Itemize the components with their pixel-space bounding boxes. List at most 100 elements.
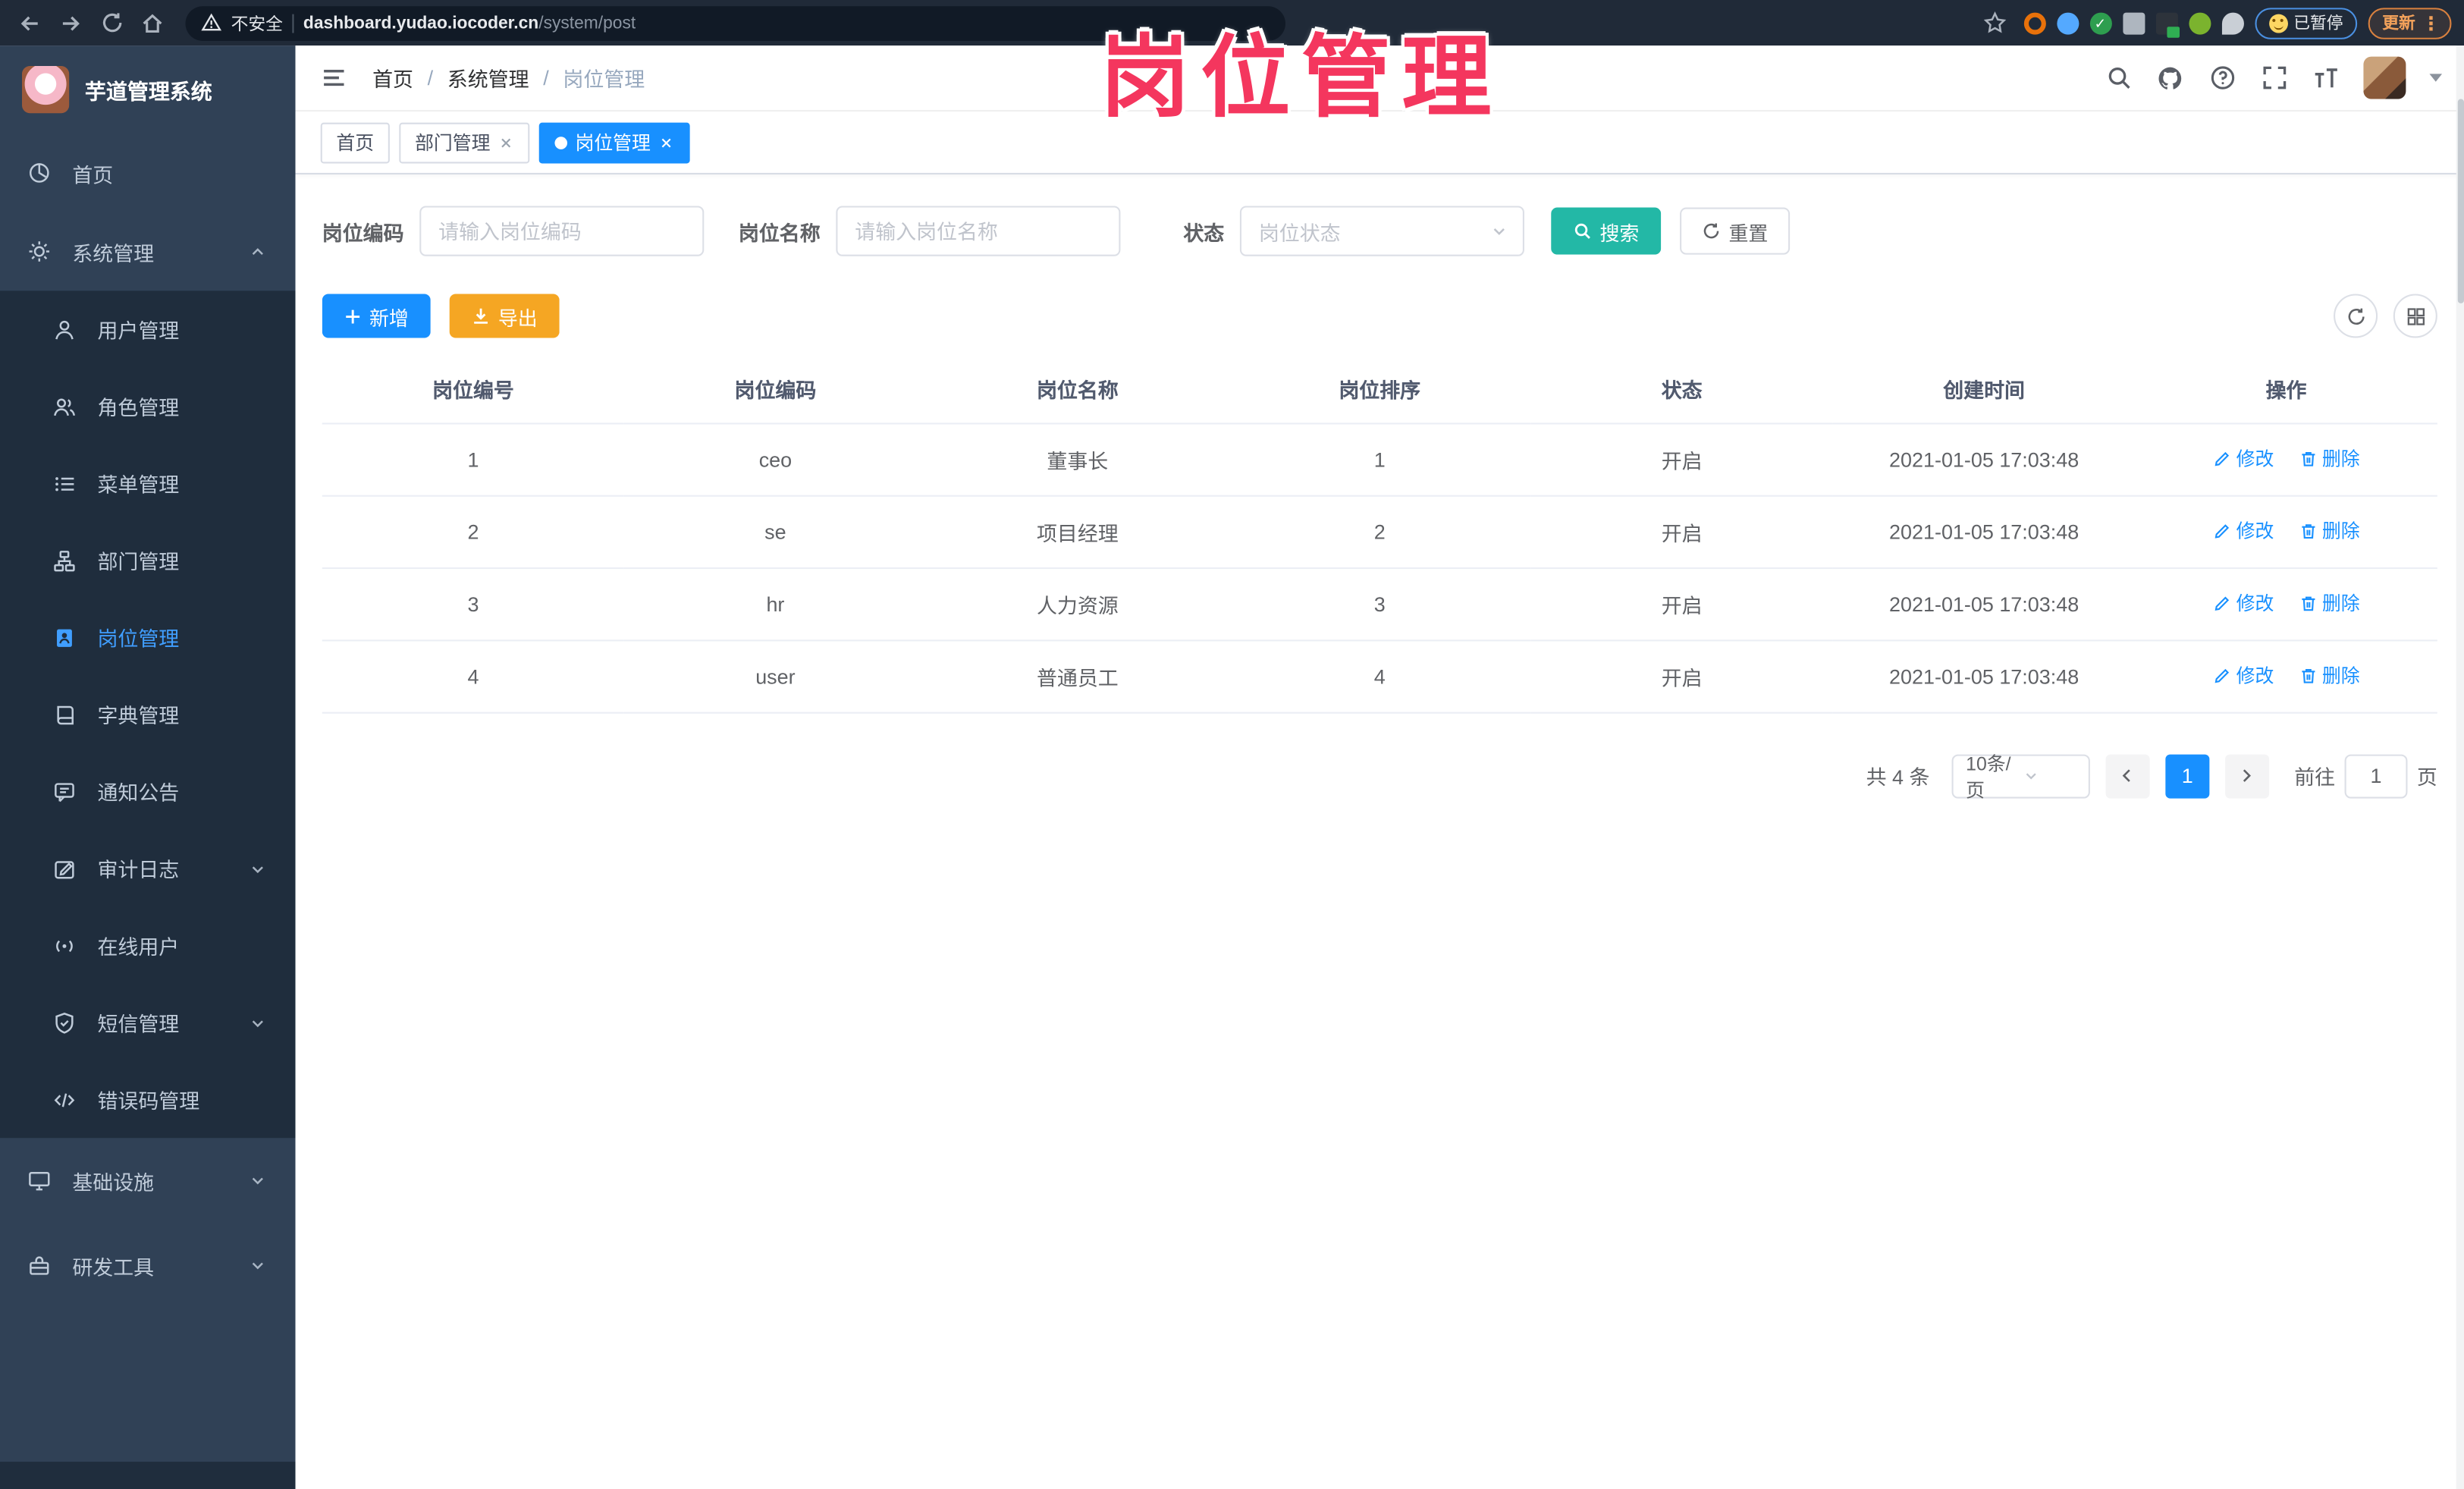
page-size-select[interactable]: 10条/页 [1951, 752, 2090, 801]
update-button[interactable]: 更新 ⋮ [2368, 7, 2452, 39]
home-icon[interactable] [135, 5, 170, 40]
status-select[interactable]: 岗位状态 [1239, 206, 1525, 256]
navbar-tools [2105, 56, 2443, 99]
edit-link[interactable]: 修改 [2213, 517, 2274, 544]
sidebar-item-home[interactable]: 首页 [0, 134, 296, 212]
sidebar-item-dict-mgmt[interactable]: 字典管理 [0, 676, 296, 753]
sidebar-item-user-mgmt[interactable]: 用户管理 [0, 291, 296, 368]
scrollbar-thumb[interactable] [2456, 99, 2464, 303]
bookmark-star-icon[interactable] [1978, 5, 2013, 40]
user-icon [53, 319, 75, 341]
goto-prefix-label: 前往 [2294, 765, 2336, 790]
sidebar-item-label: 菜单管理 [97, 473, 180, 497]
edit-link[interactable]: 修改 [2213, 662, 2274, 689]
sidebar-item-errcode-mgmt[interactable]: 错误码管理 [0, 1061, 296, 1139]
delete-link[interactable]: 删除 [2299, 517, 2360, 544]
cell-status: 开启 [1530, 423, 1833, 496]
toolbox-icon [28, 1255, 50, 1277]
breadcrumb-separator: / [427, 66, 434, 90]
extension-icon[interactable] [2023, 11, 2045, 34]
post-code-input[interactable] [419, 206, 705, 256]
total-count: 共 4 条 [1866, 765, 1930, 790]
paused-badge[interactable]: 已暂停 [2254, 7, 2358, 39]
tab-label: 部门管理 [415, 132, 491, 155]
sidebar-item-system-mgmt[interactable]: 系统管理 [0, 212, 296, 291]
refresh-icon[interactable] [2334, 294, 2378, 338]
extension-icon[interactable] [2155, 11, 2179, 37]
sidebar-item-label: 角色管理 [97, 396, 180, 420]
sidebar-item-label: 审计日志 [97, 858, 180, 882]
tab-post-mgmt[interactable]: 岗位管理 [538, 121, 690, 163]
search-button[interactable]: 搜索 [1551, 207, 1662, 255]
delete-link[interactable]: 删除 [2299, 445, 2360, 472]
sidebar-item-role-mgmt[interactable]: 角色管理 [0, 368, 296, 445]
tab-home[interactable]: 首页 [320, 121, 390, 163]
font-size-icon[interactable] [2312, 64, 2340, 92]
paused-label: 已暂停 [2293, 14, 2343, 33]
goto-page-input[interactable] [2344, 753, 2408, 798]
back-icon[interactable] [13, 5, 48, 40]
goto-page: 前往 页 [2294, 753, 2437, 798]
reload-icon[interactable] [94, 5, 129, 40]
edit-link[interactable]: 修改 [2213, 590, 2274, 617]
post-code-label: 岗位编码 [322, 221, 404, 245]
extension-icon[interactable] [2221, 11, 2243, 34]
delete-link[interactable]: 删除 [2299, 662, 2360, 689]
col-post-code: 岗位编码 [624, 357, 927, 424]
sidebar-item-post-mgmt[interactable]: 岗位管理 [0, 598, 296, 676]
search-icon[interactable] [2105, 64, 2133, 92]
tab-dept-mgmt[interactable]: 部门管理 [399, 121, 530, 163]
sidebar-item-infrastructure[interactable]: 基础设施 [0, 1138, 296, 1223]
column-settings-icon[interactable] [2393, 294, 2437, 338]
trash-icon [2299, 449, 2318, 468]
edit-link[interactable]: 修改 [2213, 445, 2274, 472]
scrollbar-track[interactable] [2456, 46, 2464, 1489]
prev-page-button[interactable] [2105, 753, 2150, 798]
reset-button[interactable]: 重置 [1680, 207, 1791, 255]
extension-icon[interactable] [2188, 11, 2211, 34]
menu-list-icon [53, 473, 75, 495]
cell-code: ceo [624, 423, 927, 496]
extension-icon[interactable]: ✓ [2089, 11, 2111, 34]
sidebar-item-notice[interactable]: 通知公告 [0, 753, 296, 831]
cell-actions: 修改 删除 [2135, 495, 2437, 569]
sidebar-item-online-users[interactable]: 在线用户 [0, 907, 296, 985]
sidebar-item-label: 基础设施 [72, 1170, 155, 1194]
export-button[interactable]: 导出 [449, 294, 560, 338]
fullscreen-icon[interactable] [2260, 64, 2288, 92]
breadcrumb-home[interactable]: 首页 [372, 63, 413, 93]
delete-link[interactable]: 删除 [2299, 590, 2360, 617]
github-icon[interactable] [2156, 64, 2184, 92]
sidebar-item-dept-mgmt[interactable]: 部门管理 [0, 522, 296, 599]
hamburger-icon[interactable] [321, 64, 347, 91]
page-size-value: 10条/页 [1966, 752, 2011, 801]
edit-label: 修改 [2236, 448, 2274, 471]
help-icon[interactable] [2208, 64, 2236, 92]
cell-name: 项目经理 [926, 495, 1229, 569]
table-row: 2 se 项目经理 2 开启 2021-01-05 17:03:48 修改 删除 [322, 495, 2437, 569]
pencil-icon [2213, 449, 2232, 468]
sidebar-item-menu-mgmt[interactable]: 菜单管理 [0, 445, 296, 522]
table-row: 1 ceo 董事长 1 开启 2021-01-05 17:03:48 修改 删除 [322, 423, 2437, 496]
browser-menu-icon[interactable]: ⋮ [2422, 12, 2440, 34]
caret-down-icon[interactable] [2429, 74, 2443, 82]
next-page-button[interactable] [2225, 753, 2270, 798]
add-button[interactable]: 新增 [322, 294, 431, 338]
goto-suffix-label: 页 [2416, 765, 2437, 790]
sidebar-item-sms-mgmt[interactable]: 短信管理 [0, 984, 296, 1061]
avatar[interactable] [2363, 56, 2406, 99]
forward-icon[interactable] [53, 5, 88, 40]
sidebar-item-label: 用户管理 [97, 319, 180, 343]
browser-extensions-area: ✓ 已暂停 更新 ⋮ [1978, 5, 2452, 40]
page-number-1[interactable]: 1 [2165, 753, 2210, 798]
sidebar-item-dev-tools[interactable]: 研发工具 [0, 1223, 296, 1308]
app-logo-row[interactable]: 芋道管理系统 [0, 46, 296, 134]
post-name-input[interactable] [836, 206, 1121, 256]
extension-icon[interactable] [2056, 11, 2079, 34]
close-icon[interactable] [498, 134, 514, 150]
close-icon[interactable] [658, 134, 674, 150]
extension-icon[interactable] [2122, 11, 2145, 34]
sidebar-item-audit-log[interactable]: 审计日志 [0, 830, 296, 907]
cell-name: 人力资源 [926, 567, 1229, 641]
breadcrumb-system[interactable]: 系统管理 [447, 63, 529, 93]
